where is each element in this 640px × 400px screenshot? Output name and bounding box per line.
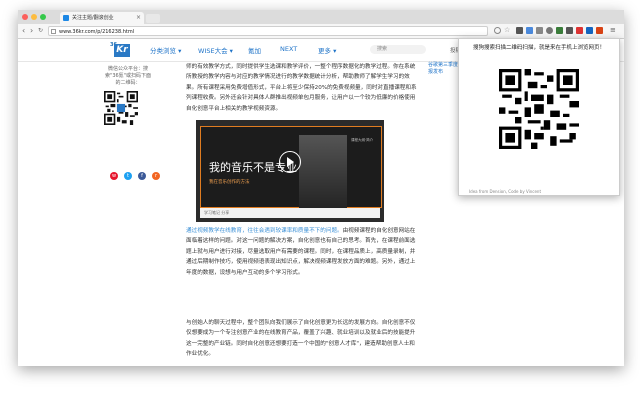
extension-icon[interactable] [566, 27, 573, 34]
address-bar[interactable]: www.36kr.com/p/216238.html [48, 26, 488, 36]
play-icon[interactable] [279, 151, 301, 173]
zoom-icon[interactable] [494, 27, 501, 34]
tab-title: 关注主题/翻滚创业 [72, 15, 114, 21]
favicon-icon [63, 15, 69, 21]
reload-icon[interactable]: ↻ [38, 25, 43, 37]
forward-icon[interactable]: › [30, 25, 33, 37]
extension-icon[interactable] [536, 27, 543, 34]
star-icon[interactable]: ☆ [504, 27, 511, 34]
popup-credit: Idea from Dension, Code by Vincent [469, 189, 542, 194]
extension-icon[interactable] [556, 27, 563, 34]
url-text: www.36kr.com/p/216238.html [59, 29, 135, 35]
minimize-window-button[interactable] [31, 14, 37, 20]
browser-toolbar: ‹ › ↻ www.36kr.com/p/216238.html ☆ ≡ [18, 24, 624, 39]
maximize-window-button[interactable] [40, 14, 46, 20]
extension-icon[interactable] [586, 27, 593, 34]
video-subtitle: 我在音乐创作的方法 [209, 180, 250, 185]
article-paragraph: 通过视频教学在线教育，往往会遇到较课率和质量不下的问题。由视频课程的自化创意网站… [186, 228, 416, 276]
video-frame: 我的音乐不是专业 我在音乐创作的方法 课程大纲·简介 [200, 126, 382, 211]
video-controls[interactable]: 学习笔记 分享 [200, 208, 380, 218]
back-icon[interactable]: ‹ [22, 25, 25, 37]
menu-icon[interactable]: ≡ [610, 27, 617, 34]
search-input[interactable]: 搜索 [370, 45, 426, 54]
video-player[interactable]: 我的音乐不是专业 我在音乐创作的方法 课程大纲·简介 学习笔记 分享 [196, 120, 384, 222]
article-body-lower: 通过视频教学在线教育，往往会遇到较课率和质量不下的问题。由视频课程的自化创意网站… [186, 226, 420, 362]
article-body: 师的有效教学方式，同时提供学生选课和教学评价，一整个程序数据化的教学过程。你在系… [186, 62, 420, 118]
nav-kr-plus[interactable]: 氪加 [248, 45, 261, 55]
article-link[interactable]: 通过视频教学在线教育，往往会遇到较课率和质量不下的问题。 [186, 228, 343, 234]
twitter-icon[interactable]: t [124, 172, 132, 180]
browser-window: 关注主题/翻滚创业 × ‹ › ↻ www.36kr.com/p/216238.… [18, 10, 624, 366]
left-sidebar: 微信公众平台：搜索"36氪"或扫码下面的二维码： [104, 66, 152, 129]
browser-tab[interactable]: 关注主题/翻滚创业 × [60, 12, 144, 24]
nav-next[interactable]: NEXT [280, 45, 297, 53]
nav-more[interactable]: 更多 ▾ [318, 45, 336, 55]
new-tab-button[interactable] [146, 14, 160, 23]
popup-message: 搜狗搜索扫描二维码扫描，就是来在手机上浏览网页！ [472, 45, 605, 51]
close-window-button[interactable] [22, 14, 28, 20]
rss-icon[interactable]: r [152, 172, 160, 180]
nav-wise[interactable]: WISE大会 ▾ [198, 45, 233, 55]
wechat-text: 微信公众平台：搜索"36氪"或扫码下面的二维码： [105, 66, 151, 86]
video-side-text: 课程大纲·简介 [351, 138, 374, 142]
tab-bar: 关注主题/翻滚创业 × [18, 10, 624, 24]
extension-icon[interactable] [546, 27, 553, 34]
weibo-icon[interactable]: w [110, 172, 118, 180]
page-icon [51, 29, 56, 34]
video-person-image [299, 135, 347, 211]
extension-icon[interactable] [516, 27, 523, 34]
qr-popup: 搜狗搜索扫描二维码扫描，就是来在手机上浏览网页！ Idea from Densi… [458, 38, 620, 196]
tab-close-icon[interactable]: × [136, 12, 141, 24]
extension-icon[interactable] [596, 27, 603, 34]
article-paragraph: 师的有效教学方式，同时提供学生选课和教学评价，一整个程序数据化的教学过程。你在系… [186, 64, 417, 112]
article-paragraph: 与创始人的聊天过程中，整个团队向我们展示了自化创意更为长远的发展方向。自化创意不… [186, 320, 416, 358]
wechat-qr-code [104, 91, 138, 125]
page-qr-code [499, 69, 579, 149]
site-logo[interactable]: 36 Kr [110, 42, 132, 58]
nav-categories[interactable]: 分类浏览 ▾ [150, 45, 181, 55]
facebook-icon[interactable]: f [138, 172, 146, 180]
extension-icon[interactable] [576, 27, 583, 34]
extension-icon[interactable] [526, 27, 533, 34]
